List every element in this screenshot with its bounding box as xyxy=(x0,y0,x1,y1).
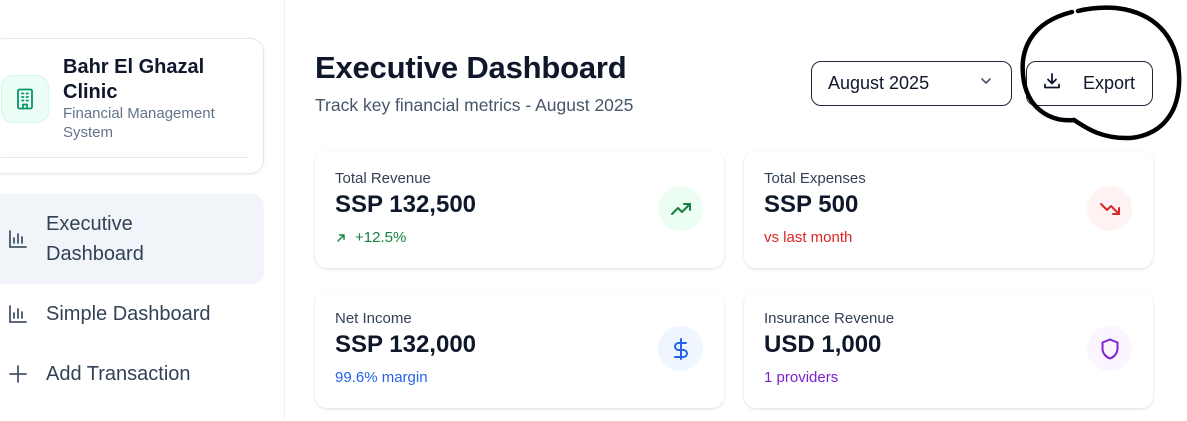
bar-chart-icon xyxy=(8,304,28,324)
card-footer: +12.5% xyxy=(335,229,406,246)
clinic-subtitle: Financial Management System xyxy=(63,105,215,141)
card-value: USD 1,000 xyxy=(764,331,882,358)
card-footer: 1 providers xyxy=(764,369,838,386)
card-footer-text: 99.6% margin xyxy=(335,369,428,386)
metric-card-total-revenue: Total Revenue SSP 132,500 +12.5% xyxy=(315,151,724,268)
card-value: SSP 132,500 xyxy=(335,191,477,218)
metric-card-insurance-revenue: Insurance Revenue USD 1,000 1 providers xyxy=(744,291,1153,408)
building-icon xyxy=(1,75,49,123)
plus-icon xyxy=(8,364,28,384)
metric-card-total-expenses: Total Expenses SSP 500 vs last month xyxy=(744,151,1153,268)
nav-item-label: Add Transaction xyxy=(46,363,191,385)
clinic-name: Bahr El Ghazal Clinic xyxy=(63,56,205,103)
arrow-up-right-icon xyxy=(335,232,347,244)
shield-icon xyxy=(1087,326,1132,371)
nav-item-executive-dashboard[interactable]: Executive Dashboard xyxy=(0,194,264,284)
chevron-down-icon xyxy=(979,74,993,93)
nav-item-add-transaction[interactable]: Add Transaction xyxy=(0,354,264,394)
divider xyxy=(1,157,249,158)
nav-item-label: Simple Dashboard xyxy=(46,303,211,325)
nav-item-label: Executive Dashboard xyxy=(46,213,144,265)
card-label: Total Expenses xyxy=(764,170,866,187)
sidebar: Bahr El Ghazal Clinic Financial Manageme… xyxy=(0,0,285,421)
bar-chart-icon xyxy=(8,229,28,249)
page-title: Executive Dashboard xyxy=(315,50,627,85)
dollar-icon xyxy=(658,326,703,371)
card-label: Net Income xyxy=(335,310,412,327)
page-subtitle: Track key financial metrics - August 202… xyxy=(315,95,634,115)
export-button[interactable]: Export xyxy=(1026,61,1153,106)
trending-up-icon xyxy=(658,186,703,231)
export-button-label: Export xyxy=(1083,73,1136,93)
download-icon xyxy=(1043,72,1061,95)
card-footer-text: +12.5% xyxy=(355,229,407,246)
card-value: SSP 500 xyxy=(764,191,859,218)
month-select-value: August 2025 xyxy=(828,73,930,93)
card-footer-text: 1 providers xyxy=(764,369,839,386)
card-value: SSP 132,000 xyxy=(335,331,477,358)
month-select[interactable]: August 2025 xyxy=(811,61,1012,106)
card-label: Total Revenue xyxy=(335,170,431,187)
brand-card: Bahr El Ghazal Clinic Financial Manageme… xyxy=(0,38,264,174)
metric-card-net-income: Net Income SSP 132,000 99.6% margin xyxy=(315,291,724,408)
nav-item-simple-dashboard[interactable]: Simple Dashboard xyxy=(0,294,264,334)
card-footer-text: vs last month xyxy=(764,229,853,246)
trending-down-icon xyxy=(1087,186,1132,231)
card-footer: vs last month xyxy=(764,229,852,246)
card-label: Insurance Revenue xyxy=(764,310,895,327)
card-footer: 99.6% margin xyxy=(335,369,428,386)
